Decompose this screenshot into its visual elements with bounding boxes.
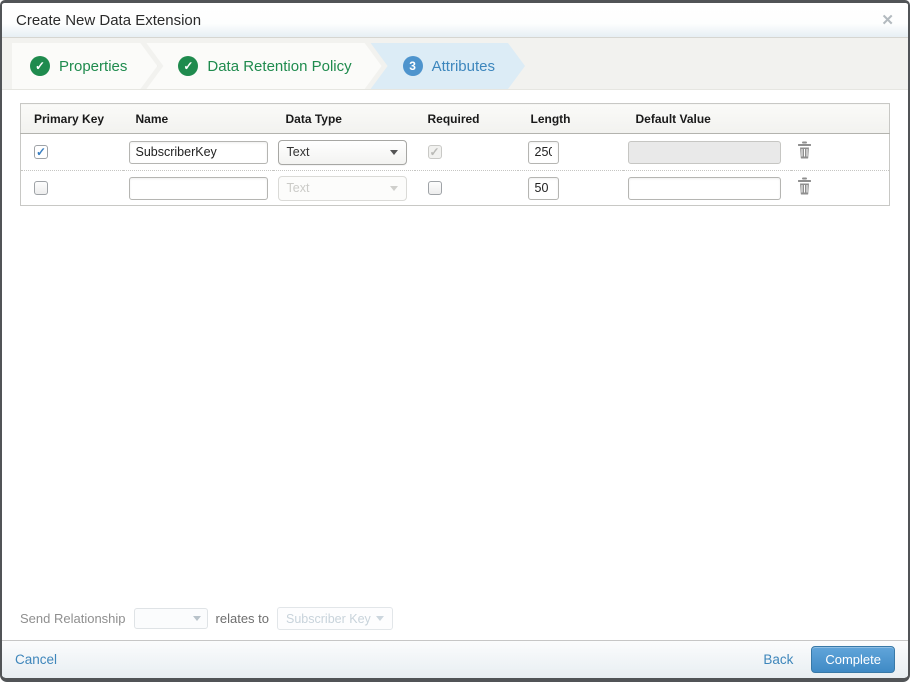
wizard-stepbar: ✓ Properties ✓ Data Retention Policy 3 A… [2, 37, 908, 90]
step-label: Attributes [431, 57, 495, 75]
trash-icon[interactable] [797, 141, 812, 159]
send-relationship-label: Send Relationship [20, 611, 126, 626]
check-icon: ✓ [178, 56, 198, 76]
relates-to-label: relates to [215, 611, 270, 626]
default-value-field [627, 140, 781, 164]
complete-button[interactable]: Complete [811, 646, 895, 673]
name-field[interactable] [128, 140, 268, 164]
col-header-required: Required [414, 103, 518, 134]
modal-footer: Cancel Back Complete [2, 640, 908, 678]
col-header-name: Name [122, 103, 273, 134]
cancel-link[interactable]: Cancel [15, 652, 57, 667]
table-row: ✓ Text ✓ [21, 134, 890, 171]
attributes-table: Primary Key Name Data Type Required Leng… [20, 103, 890, 206]
chevron-down-icon [389, 149, 398, 155]
primary-key-checkbox[interactable]: ✓ [34, 145, 48, 159]
name-field[interactable] [128, 176, 268, 200]
col-header-default-value: Default Value [622, 103, 791, 134]
data-type-value: Text [286, 181, 310, 195]
data-type-select[interactable]: Text [277, 139, 407, 165]
col-header-actions [790, 103, 890, 134]
col-header-primary-key: Primary Key [20, 103, 123, 134]
table-row: Text [20, 170, 890, 206]
subscriber-key-value: Subscriber Key [286, 611, 371, 626]
table-header-row: Primary Key Name Data Type Required Leng… [20, 103, 890, 134]
send-relationship-row: Send Relationship relates to Subscriber … [20, 607, 393, 630]
create-data-extension-modal: Create New Data Extension ✕ ✓ Properties… [0, 0, 910, 682]
data-type-value: Text [286, 145, 310, 159]
check-icon: ✓ [30, 56, 50, 76]
step-label: Properties [59, 57, 128, 75]
primary-key-checkbox[interactable] [34, 181, 48, 195]
chevron-down-icon [192, 616, 201, 621]
data-type-select: Text [277, 175, 407, 201]
step-properties[interactable]: ✓ Properties [12, 43, 157, 89]
send-relationship-select [133, 608, 208, 629]
required-checkbox[interactable] [427, 181, 442, 195]
back-link[interactable]: Back [763, 652, 793, 667]
required-checkbox: ✓ [427, 145, 442, 159]
default-value-field[interactable] [627, 176, 781, 200]
step-number-badge: 3 [403, 56, 423, 76]
chevron-down-icon [389, 185, 398, 191]
trash-icon[interactable] [797, 177, 812, 195]
chevron-down-icon [375, 616, 384, 621]
length-field[interactable] [527, 176, 559, 200]
modal-titlebar: Create New Data Extension ✕ [2, 3, 908, 37]
close-icon[interactable]: ✕ [881, 13, 894, 28]
col-header-length: Length [517, 103, 623, 134]
length-field[interactable] [527, 140, 559, 164]
col-header-data-type: Data Type [272, 103, 415, 134]
subscriber-key-select: Subscriber Key [277, 607, 393, 630]
attributes-panel: Primary Key Name Data Type Required Leng… [2, 90, 908, 640]
step-label: Data Retention Policy [207, 57, 352, 75]
modal-title: Create New Data Extension [16, 11, 202, 29]
step-data-retention-policy[interactable]: ✓ Data Retention Policy [146, 43, 381, 89]
step-attributes[interactable]: 3 Attributes [371, 43, 525, 89]
